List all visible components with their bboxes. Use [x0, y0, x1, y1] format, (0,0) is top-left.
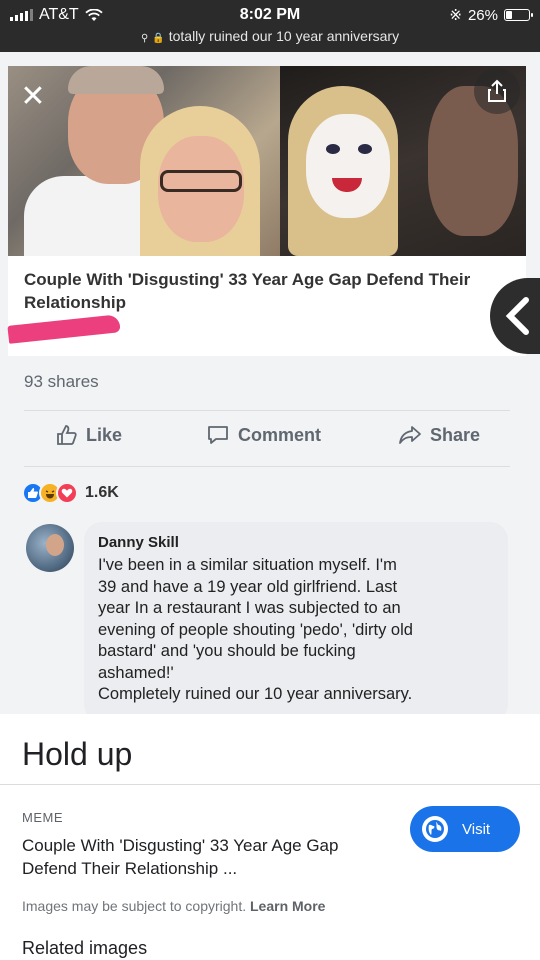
couple-photo-left: ✕: [8, 66, 280, 256]
panel-title: Hold up: [22, 736, 133, 772]
visit-label: Visit: [462, 820, 491, 838]
url-text: totally ruined our 10 year anniversary: [168, 28, 400, 44]
comment-button[interactable]: Comment: [206, 424, 321, 446]
article-photo: ✕: [8, 66, 526, 256]
bluetooth-icon: ※: [449, 7, 462, 24]
close-icon[interactable]: ✕: [18, 82, 48, 112]
share-icon[interactable]: [474, 68, 520, 114]
battery-fill: [506, 11, 512, 19]
search-icon: ⚲: [140, 33, 149, 44]
share-count: 93 shares: [24, 372, 99, 391]
battery-percent: 26%: [467, 6, 498, 24]
address-bar[interactable]: ⚲ 🔒 totally ruined our 10 year anniversary: [0, 28, 540, 44]
battery-group: ※ 26%: [449, 6, 533, 24]
copyright-notice: Images may be subject to copyright. Lear…: [22, 898, 325, 914]
comment-text: I've been in a similar situation myself.…: [98, 556, 413, 703]
status-bar: AT&T 8:02 PM ※ 26% ⚲ 🔒 totally ruined our …: [0, 0, 540, 52]
reactions-summary[interactable]: 1.6K: [22, 482, 119, 504]
divider: [0, 784, 540, 785]
comment-label: Comment: [238, 424, 322, 445]
highlight-mark: [7, 314, 121, 344]
divider: [24, 466, 510, 467]
copyright-text: Images may be subject to copyright.: [22, 898, 247, 914]
article-title: Couple With 'Disgusting' 33 Year Age Gap…: [24, 270, 471, 312]
globe-icon: [422, 816, 448, 842]
post-actions: Like Comment Share: [0, 424, 540, 454]
comment-bubble: Danny Skill I've been in a similar situa…: [84, 522, 508, 714]
related-images-heading: Related images: [22, 938, 148, 958]
meme-screenshot: ✕ Couple With 'Disgusting' 33 Year Age G…: [0, 52, 540, 714]
share-arrow-icon: [399, 426, 421, 444]
source-label: MEME: [22, 810, 63, 825]
reaction-count: 1.6K: [85, 484, 119, 501]
love-reaction-icon: [56, 482, 78, 504]
share-button[interactable]: Share: [398, 424, 480, 446]
share-label: Share: [430, 424, 481, 445]
divider: [24, 410, 510, 411]
chevron-left-icon: [505, 297, 529, 335]
thumbs-up-icon: [57, 425, 77, 445]
like-button[interactable]: Like: [56, 424, 122, 446]
avatar[interactable]: [26, 524, 74, 572]
comment-author[interactable]: Danny Skill: [98, 534, 494, 551]
learn-more-link[interactable]: Learn More: [250, 898, 325, 914]
article-card[interactable]: Couple With 'Disgusting' 33 Year Age Gap…: [7, 256, 526, 356]
comment-icon: [208, 426, 228, 444]
like-label: Like: [86, 424, 123, 445]
battery-icon: [504, 9, 533, 21]
visit-button[interactable]: Visit: [410, 806, 520, 852]
couple-photo-right: [280, 66, 526, 256]
result-title[interactable]: Couple With 'Disgusting' 33 Year Age Gap…: [22, 834, 392, 880]
lock-icon: 🔒: [152, 33, 165, 44]
image-result-panel: Hold up MEME Couple With 'Disgusting' 33…: [0, 714, 540, 960]
